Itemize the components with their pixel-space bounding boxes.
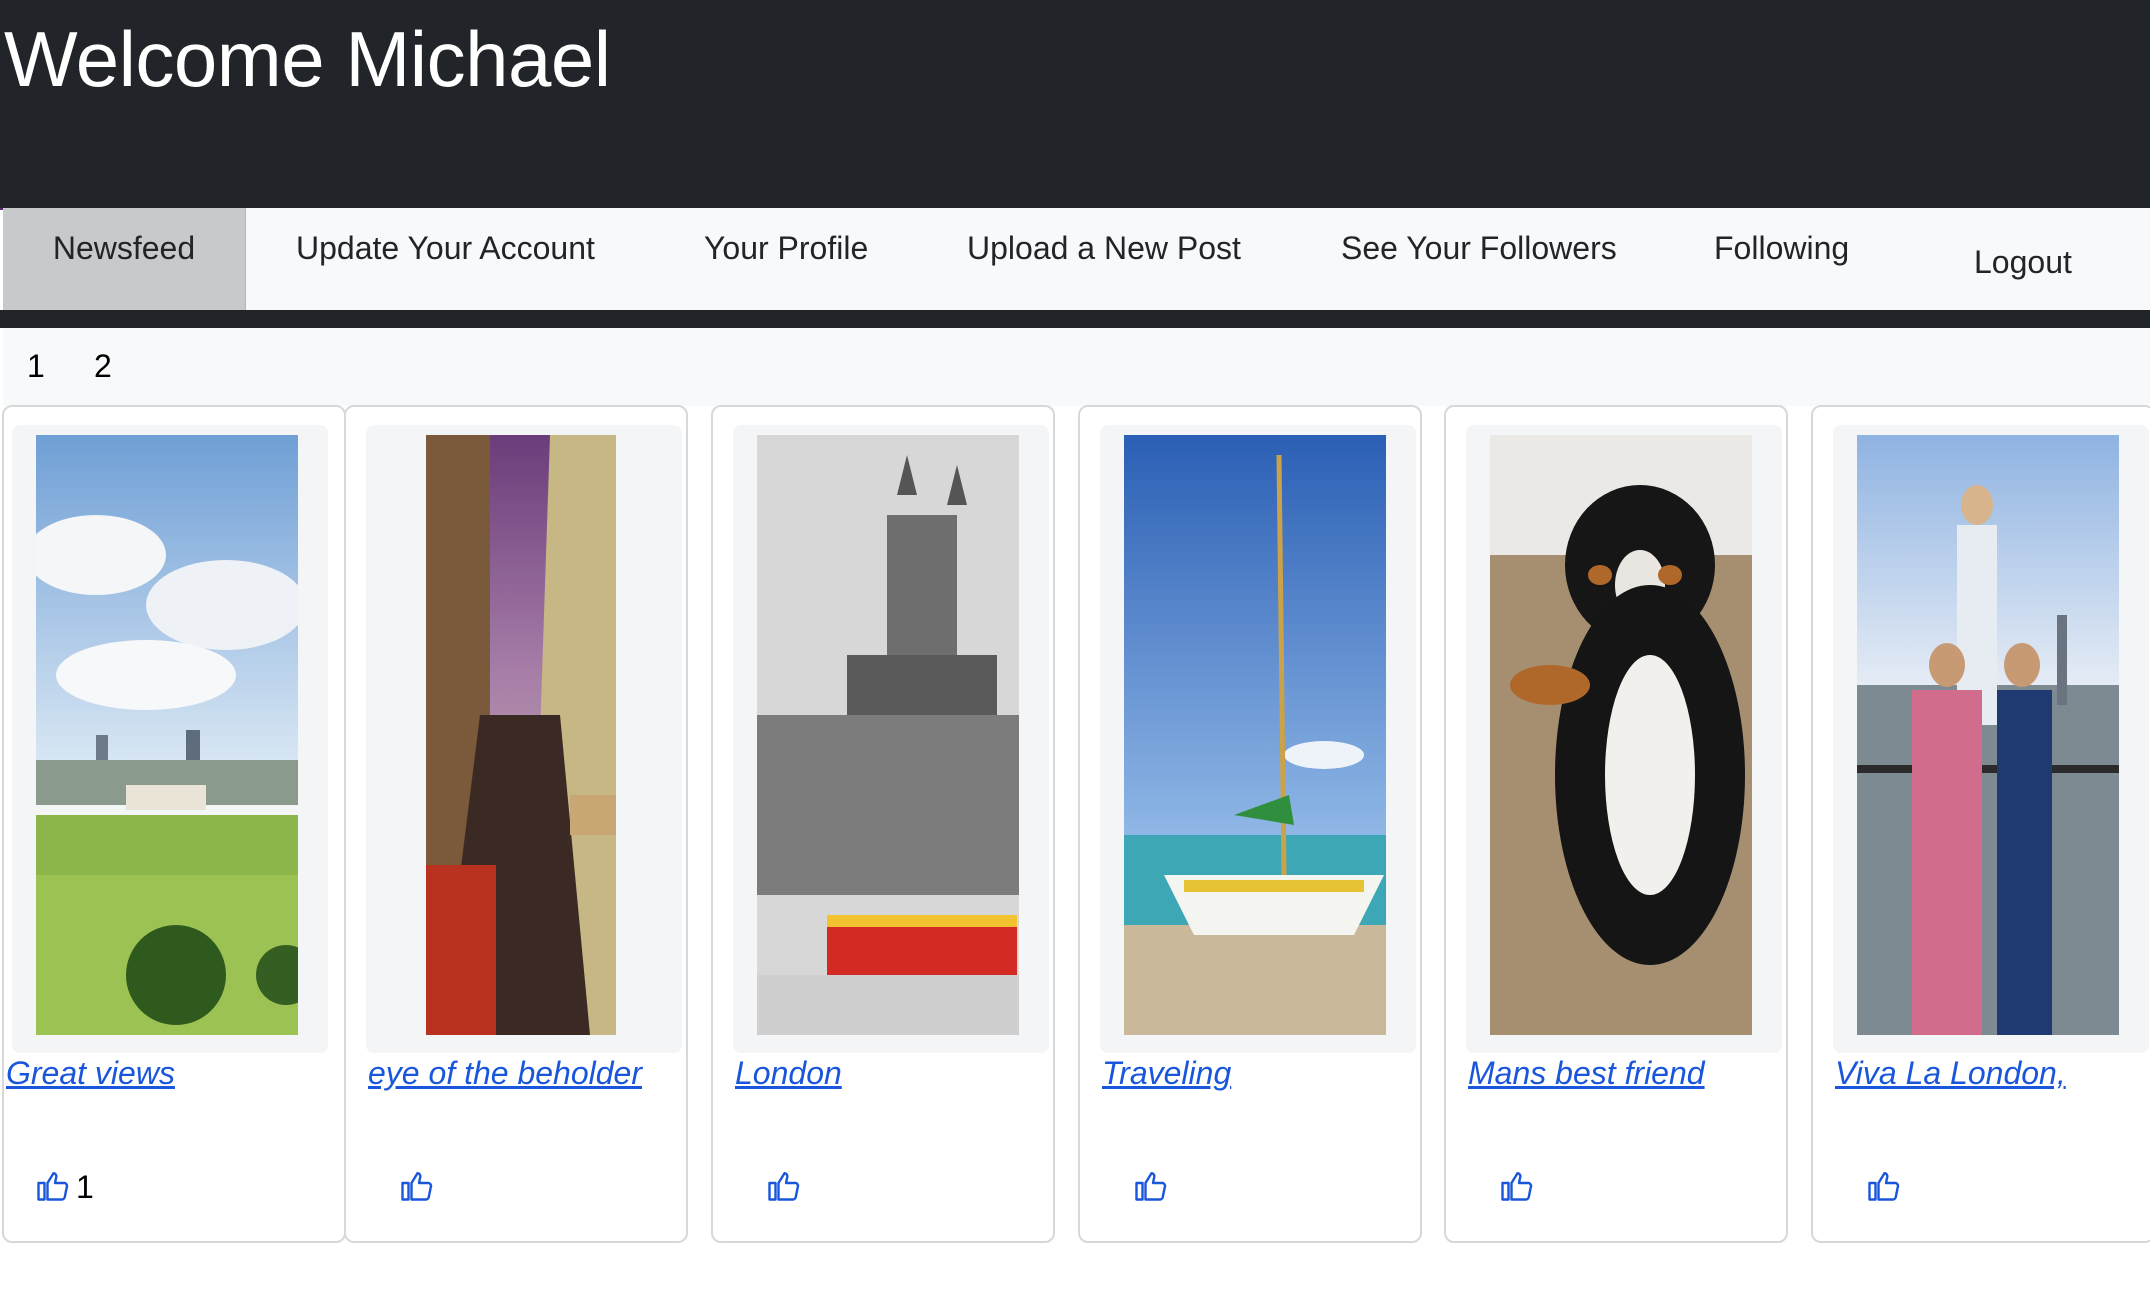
post-caption-link[interactable]: Mans best friend [1468, 1055, 1705, 1092]
pagination: 1 2 [3, 328, 2150, 406]
post-image-frame [1100, 425, 1416, 1053]
post-image-frame [12, 425, 328, 1053]
thumbs-up-icon[interactable] [765, 1167, 801, 1205]
thumbs-up-icon[interactable] [34, 1167, 70, 1205]
post-image-frame [733, 425, 1049, 1053]
page-link-2[interactable]: 2 [94, 348, 112, 385]
post-image-frame [1833, 425, 2149, 1053]
post-card: London [711, 405, 1055, 1243]
post-card: Mans best friend [1444, 405, 1788, 1243]
nav-update-account[interactable]: Update Your Account [296, 208, 595, 310]
post-card: Great views 1 [2, 405, 346, 1243]
main-nav: Newsfeed Update Your Account Your Profil… [3, 208, 2150, 310]
post-card: Traveling [1078, 405, 1422, 1243]
like-count: 1 [76, 1169, 94, 1205]
thumbs-up-icon[interactable] [1132, 1167, 1168, 1205]
page-link-1[interactable]: 1 [27, 348, 45, 385]
post-image-frame [1466, 425, 1782, 1053]
nav-divider [0, 310, 2150, 328]
post-caption-link[interactable]: London [735, 1055, 842, 1092]
post-caption-link[interactable]: Great views [6, 1055, 175, 1092]
post-image[interactable] [1490, 435, 1752, 1035]
nav-logout[interactable]: Logout [1974, 222, 2072, 324]
post-image[interactable] [390, 435, 652, 1035]
post-caption-link[interactable]: eye of the beholder [368, 1055, 642, 1092]
nav-see-followers[interactable]: See Your Followers [1341, 208, 1617, 310]
thumbs-up-icon[interactable] [1865, 1167, 1901, 1205]
post-image[interactable] [36, 435, 298, 1035]
thumbs-up-icon[interactable] [398, 1167, 434, 1205]
page-title: Welcome Michael [4, 15, 611, 103]
post-image-frame [366, 425, 682, 1053]
page-header: Welcome Michael [0, 0, 2150, 208]
post-caption-link[interactable]: Viva La London, [1835, 1055, 2066, 1092]
nav-following[interactable]: Following [1714, 208, 1849, 310]
post-image[interactable] [757, 435, 1019, 1035]
thumbs-up-icon[interactable] [1498, 1167, 1534, 1205]
nav-your-profile[interactable]: Your Profile [704, 208, 868, 310]
post-caption-link[interactable]: Traveling [1102, 1055, 1231, 1092]
nav-newsfeed[interactable]: Newsfeed [3, 208, 246, 310]
post-image[interactable] [1124, 435, 1386, 1035]
post-card: eye of the beholder [344, 405, 688, 1243]
post-image[interactable] [1857, 435, 2119, 1035]
nav-upload-post[interactable]: Upload a New Post [967, 208, 1241, 310]
post-card: Viva La London, [1811, 405, 2150, 1243]
